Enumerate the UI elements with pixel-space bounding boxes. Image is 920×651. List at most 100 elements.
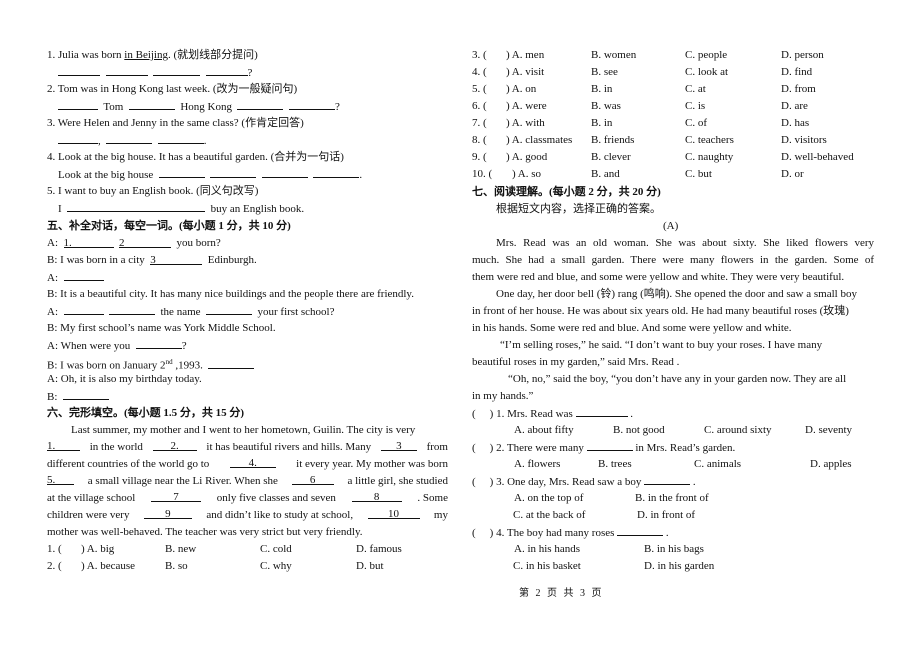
option-d[interactable]: D. person: [781, 48, 824, 62]
answer-blank[interactable]: 2: [119, 237, 171, 249]
option-a[interactable]: ) A. men: [506, 48, 544, 62]
option-b[interactable]: B. was: [591, 99, 621, 113]
answer-paren[interactable]: (: [472, 442, 476, 454]
option-d[interactable]: D. seventy: [805, 423, 852, 437]
question-number[interactable]: 1. (: [47, 542, 62, 556]
answer-blank[interactable]: [135, 338, 182, 349]
question-number[interactable]: 2. (: [47, 559, 62, 573]
cloze-blank[interactable]: 9: [143, 508, 192, 520]
option-d[interactable]: D. are: [781, 99, 808, 113]
question-number[interactable]: 10. (: [472, 167, 492, 181]
question-number[interactable]: 9. (: [472, 150, 487, 164]
option-d[interactable]: D. but: [356, 559, 384, 573]
answer-blank[interactable]: [206, 304, 253, 315]
answer-blank[interactable]: [208, 358, 255, 369]
option-b[interactable]: B. women: [591, 48, 636, 62]
answer-blank[interactable]: [288, 99, 335, 110]
option-a[interactable]: ) A. visit: [506, 65, 544, 79]
option-b[interactable]: B. so: [165, 559, 188, 573]
answer-blank[interactable]: [58, 133, 98, 144]
question-number[interactable]: 4. (: [472, 65, 487, 79]
answer-blank[interactable]: [63, 304, 104, 315]
option-a[interactable]: A. on the top of: [514, 491, 583, 505]
option-a[interactable]: ) A. on: [506, 82, 536, 96]
answer-blank[interactable]: 1.: [63, 237, 114, 249]
option-c[interactable]: C. at: [685, 82, 706, 96]
option-a[interactable]: ) A. were: [506, 99, 547, 113]
option-d[interactable]: D. from: [781, 82, 816, 96]
option-b[interactable]: B. and: [591, 167, 620, 181]
answer-blank[interactable]: [58, 65, 100, 76]
answer-blank[interactable]: [586, 440, 633, 451]
option-d[interactable]: D. has: [781, 116, 809, 130]
option-b[interactable]: B. in: [591, 116, 612, 130]
option-a[interactable]: ) A. good: [506, 150, 547, 164]
answer-blank[interactable]: [109, 304, 155, 315]
answer-blank[interactable]: [205, 65, 248, 76]
option-c[interactable]: C. cold: [260, 542, 292, 556]
cloze-blank[interactable]: 7: [151, 491, 202, 503]
answer-blank[interactable]: [644, 474, 691, 485]
answer-blank[interactable]: [617, 525, 664, 536]
answer-blank[interactable]: [261, 167, 308, 178]
answer-blank[interactable]: [128, 99, 175, 110]
question-number[interactable]: 7. (: [472, 116, 487, 130]
answer-paren[interactable]: (: [472, 476, 476, 488]
option-d[interactable]: D. well-behaved: [781, 150, 854, 164]
option-b[interactable]: B. new: [165, 542, 196, 556]
option-b[interactable]: B. friends: [591, 133, 634, 147]
answer-blank[interactable]: [157, 133, 204, 144]
option-b[interactable]: B. trees: [598, 457, 632, 471]
answer-blank[interactable]: [67, 201, 206, 212]
answer-blank[interactable]: [58, 99, 98, 110]
cloze-blank[interactable]: 3: [380, 440, 417, 452]
cloze-blank[interactable]: 5.: [47, 474, 74, 486]
option-b[interactable]: B. in the front of: [635, 491, 709, 505]
option-b[interactable]: B. in: [591, 82, 612, 96]
option-d[interactable]: D. famous: [356, 542, 402, 556]
option-d[interactable]: D. visitors: [781, 133, 827, 147]
option-c[interactable]: C. around sixty: [704, 423, 772, 437]
option-c[interactable]: C. why: [260, 559, 292, 573]
cloze-blank[interactable]: 4.: [229, 457, 276, 469]
answer-blank[interactable]: [237, 99, 284, 110]
option-b[interactable]: B. clever: [591, 150, 631, 164]
option-b[interactable]: B. not good: [613, 423, 665, 437]
answer-blank[interactable]: [153, 65, 200, 76]
option-a[interactable]: ) A. with: [506, 116, 545, 130]
cloze-blank[interactable]: 6: [291, 474, 334, 486]
cloze-blank[interactable]: 1.: [47, 440, 80, 452]
answer-blank[interactable]: 3: [150, 254, 203, 266]
answer-blank[interactable]: [158, 167, 205, 178]
answer-blank[interactable]: [62, 389, 109, 400]
question-number[interactable]: 6. (: [472, 99, 487, 113]
question-number[interactable]: 3. (: [472, 48, 487, 62]
answer-blank[interactable]: [63, 270, 104, 281]
option-c[interactable]: C. in his basket: [513, 559, 581, 573]
option-c[interactable]: C. look at: [685, 65, 728, 79]
option-d[interactable]: D. or: [781, 167, 804, 181]
option-a[interactable]: ) A. because: [81, 559, 135, 573]
option-c[interactable]: C. at the back of: [513, 508, 585, 522]
option-a[interactable]: A. flowers: [514, 457, 560, 471]
option-c[interactable]: C. teachers: [685, 133, 734, 147]
option-c[interactable]: C. is: [685, 99, 705, 113]
option-a[interactable]: ) A. big: [81, 542, 114, 556]
option-a[interactable]: A. in his hands: [514, 542, 580, 556]
option-c[interactable]: C. people: [685, 48, 727, 62]
answer-blank[interactable]: [210, 167, 257, 178]
cloze-blank[interactable]: 8: [351, 491, 402, 503]
answer-paren[interactable]: (: [472, 408, 476, 420]
option-b[interactable]: B. in his bags: [644, 542, 704, 556]
cloze-blank[interactable]: 2.: [152, 440, 197, 452]
option-d[interactable]: D. apples: [810, 457, 852, 471]
option-a[interactable]: ) A. classmates: [506, 133, 572, 147]
option-c[interactable]: C. naughty: [685, 150, 733, 164]
option-c[interactable]: C. of: [685, 116, 707, 130]
answer-blank[interactable]: [575, 406, 628, 417]
answer-paren[interactable]: (: [472, 527, 476, 539]
option-d[interactable]: D. find: [781, 65, 812, 79]
option-b[interactable]: B. see: [591, 65, 618, 79]
answer-blank[interactable]: [105, 65, 148, 76]
option-c[interactable]: C. but: [685, 167, 712, 181]
